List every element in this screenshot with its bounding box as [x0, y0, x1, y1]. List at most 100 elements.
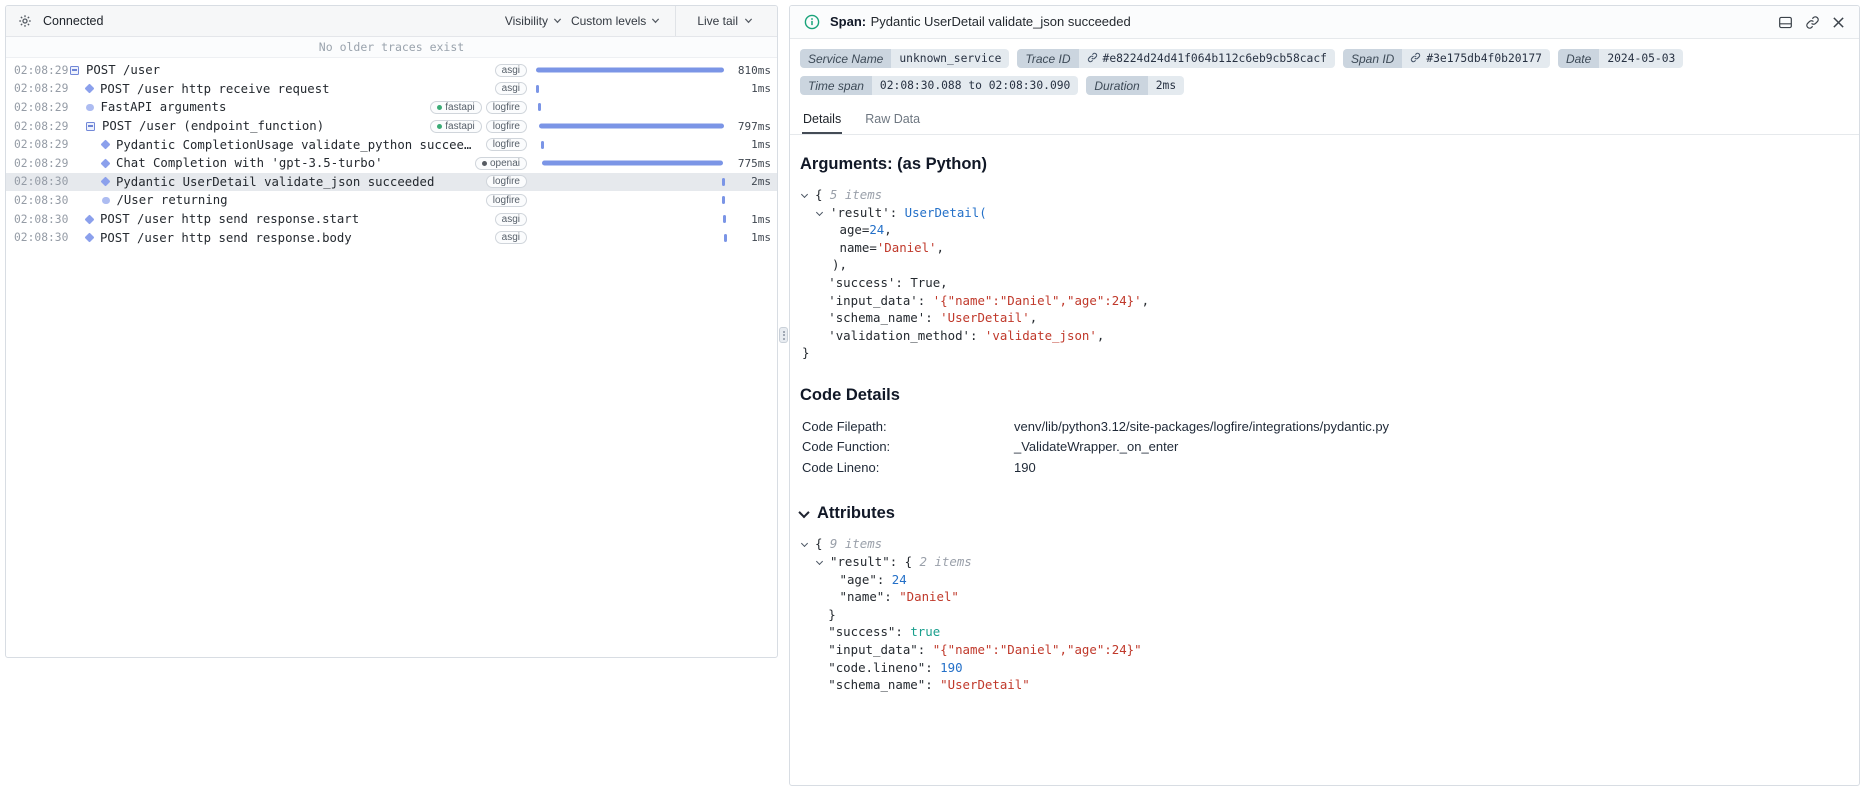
collapse-caret-icon[interactable] — [815, 557, 824, 566]
code-line: "age": 24 — [839, 571, 907, 587]
tag-dot-icon — [437, 123, 443, 129]
badge-trace-id[interactable]: Trace ID #e8224d24d41f064b112c6eb9cb58cac… — [1017, 49, 1335, 68]
badge-span-id[interactable]: Span ID #3e175db4f0b20177 — [1342, 49, 1550, 68]
tab-raw-data[interactable]: Raw Data — [864, 105, 921, 134]
tag-fastapi: fastapi — [430, 100, 482, 114]
tag-asgi: asgi — [494, 63, 527, 77]
trace-row-timestamp: 02:08:29 — [14, 156, 69, 170]
attributes-heading: Attributes — [798, 504, 1843, 523]
span-detail-header: Span: Pydantic UserDetail validate_json … — [790, 6, 1859, 39]
collapse-caret-icon[interactable] — [800, 190, 809, 199]
trace-row-timestamp: 02:08:29 — [14, 138, 69, 152]
circle-span-icon — [102, 196, 110, 205]
trace-row-tags: logfire — [485, 175, 527, 189]
badge-value[interactable]: #e8224d24d41f064b112c6eb9cb58cacf — [1078, 49, 1335, 68]
badge-label: Time span — [800, 76, 872, 95]
tag-dot-icon — [437, 104, 443, 110]
panel-divider — [778, 5, 789, 658]
trace-row-label: POST /user http send response.body — [100, 230, 352, 245]
tag-dot-icon — [481, 160, 487, 166]
tag-logfire: logfire — [485, 175, 527, 189]
trace-row[interactable]: 02:08:30 POST /user http send response.st… — [6, 210, 777, 229]
info-icon — [802, 12, 822, 32]
trace-row-label-area: POST /user http send response.body — [70, 231, 487, 245]
trace-row-label: POST /user — [86, 63, 161, 78]
trace-row-tags: asgi — [494, 82, 527, 96]
diamond-span-icon — [100, 158, 111, 169]
code-line: "result": { 2 items — [802, 553, 1843, 571]
trace-row[interactable]: 02:08:29 POST /user (endpoint_function) fa… — [6, 117, 777, 136]
duration-bar — [540, 140, 544, 149]
trace-row-tags: asgi — [494, 212, 527, 226]
badge-time-span: Time span 02:08:30.088 to 02:08:30.090 — [800, 76, 1079, 95]
duration-bar — [537, 103, 541, 112]
collapse-toggle-icon[interactable] — [86, 121, 95, 131]
visibility-label: Visibility — [504, 14, 548, 28]
arguments-heading: Arguments: (as Python) — [800, 155, 988, 173]
panel-resize-handle[interactable] — [779, 327, 788, 343]
close-icon[interactable] — [1830, 14, 1847, 31]
code-line: 'success': True, — [828, 274, 948, 290]
trace-row-tags: logfire — [485, 138, 527, 152]
badge-value: unknown_service — [891, 49, 1010, 68]
live-tail-button[interactable]: Live tail — [691, 14, 767, 28]
collapse-toggle-icon[interactable] — [70, 65, 79, 75]
badge-duration: Duration 2ms — [1086, 76, 1185, 95]
trace-row-label-area: Pydantic CompletionUsage validate_python… — [70, 138, 478, 152]
trace-row-label: POST /user http receive request — [100, 81, 330, 96]
collapse-caret-icon[interactable] — [815, 208, 824, 216]
trace-row[interactable]: 02:08:30 Pydantic UserDetail validate_jso… — [6, 172, 777, 192]
collapse-chevron-icon[interactable] — [798, 506, 810, 519]
code-detail-value: 190 — [1014, 459, 1036, 475]
trace-row[interactable]: 02:08:29 FastAPI arguments fastapi logfire — [6, 98, 777, 117]
badge-label: Duration — [1086, 76, 1148, 95]
visibility-dropdown[interactable]: Visibility — [505, 14, 562, 28]
tag-openai: openai — [474, 156, 527, 170]
code-line: "schema_name": "UserDetail" — [828, 677, 1030, 693]
trace-row-tags: fastapi logfire — [430, 100, 527, 114]
trace-row-label: /User returning — [116, 193, 228, 208]
trace-row[interactable]: 02:08:29 Chat Completion with 'gpt-3.5-tu… — [6, 154, 777, 173]
duration-bar — [723, 233, 727, 242]
span-title: Pydantic UserDetail validate_json succee… — [870, 14, 1131, 29]
copy-link-icon[interactable] — [1803, 13, 1822, 32]
code-detail-label: Code Lineno: — [802, 459, 880, 475]
collapse-caret-icon[interactable] — [800, 540, 809, 548]
trace-row-timestamp: 02:08:30 — [14, 231, 69, 245]
code-detail-value: _ValidateWrapper._on_enter — [1014, 439, 1179, 455]
trace-row[interactable]: 02:08:29 POST /user http receive request a… — [6, 80, 777, 99]
trace-row-label: POST /user http send response.start — [100, 212, 360, 227]
trace-row-timestamp: 02:08:30 — [14, 175, 69, 189]
trace-row-timeline — [535, 117, 725, 136]
trace-row-duration: 1ms — [751, 138, 771, 152]
badge-value[interactable]: #3e175db4f0b20177 — [1402, 49, 1550, 68]
duration-bar — [541, 160, 724, 166]
custom-levels-label: Custom levels — [570, 14, 647, 28]
trace-row[interactable]: 02:08:30/User returning logfire — [6, 191, 777, 210]
tab-details[interactable]: Details — [802, 105, 843, 134]
trace-row-timestamp: 02:08:29 — [14, 82, 69, 96]
trace-row[interactable]: 02:08:29 POST /user asgi 810ms — [6, 61, 777, 80]
trace-row-tags: logfire — [485, 193, 527, 207]
dock-panel-icon[interactable] — [1776, 13, 1795, 32]
tag-logfire: logfire — [485, 119, 527, 133]
code-detail-row: Code Lineno: 190 — [802, 458, 1843, 479]
badge-value: 2024-05-03 — [1599, 49, 1684, 68]
trace-row-timestamp: 02:08:29 — [14, 100, 69, 114]
chevron-down-icon — [553, 14, 562, 28]
trace-row[interactable]: 02:08:29 Pydantic CompletionUsage validat… — [6, 135, 777, 154]
detail-content: Arguments: (as Python) { 5 items'result'… — [790, 135, 1859, 718]
trace-row[interactable]: 02:08:30 POST /user http send response.bo… — [6, 228, 777, 247]
code-line: ), — [832, 257, 847, 273]
trace-row-timeline — [535, 173, 725, 192]
code-line: "code.lineno": 190 — [828, 659, 963, 675]
trace-row-label-area: POST /user http receive request — [70, 82, 487, 96]
trace-row-timeline — [535, 154, 725, 173]
toolbar-divider — [675, 6, 677, 36]
code-line: } — [828, 606, 836, 622]
settings-gear-icon[interactable] — [16, 12, 34, 30]
trace-panel: Connected Visibility Custom levels Live … — [5, 5, 778, 658]
custom-levels-dropdown[interactable]: Custom levels — [571, 14, 660, 28]
diamond-span-icon — [84, 214, 95, 224]
live-tail-label: Live tail — [697, 14, 738, 28]
